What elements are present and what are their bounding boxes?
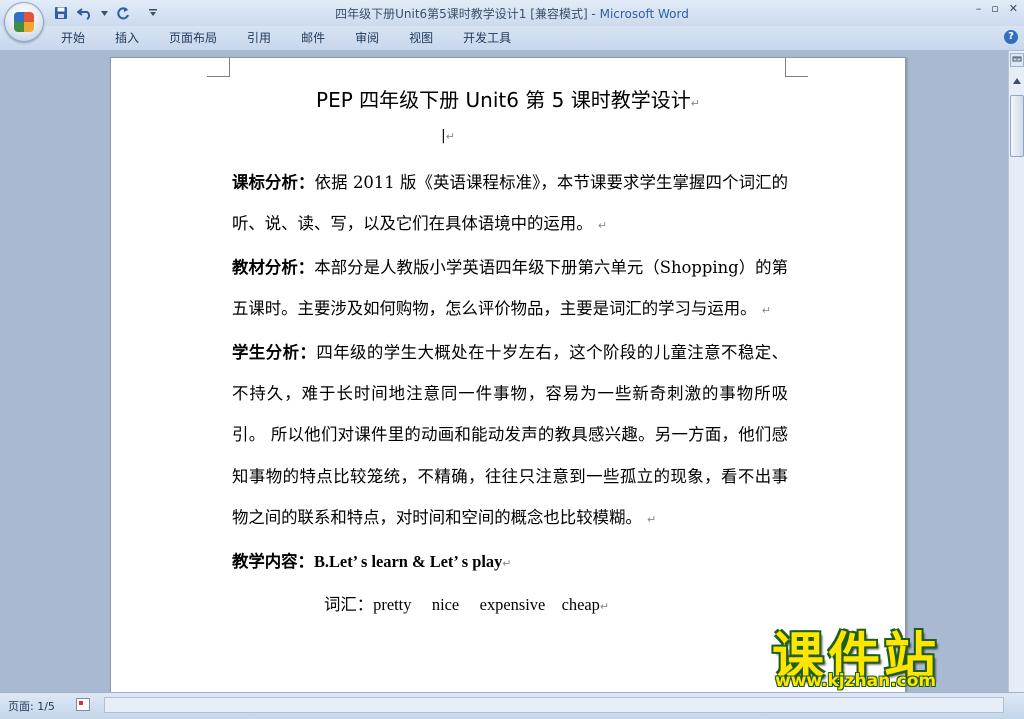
section-text: 依据 2011 版《英语课程标准》，本节课要求学生掌握四个词汇的听、说、读、写，… [232,173,789,234]
office-logo-icon [14,12,34,32]
tab-insert[interactable]: 插入 [100,30,154,46]
section-text: 本部分是人教版小学英语四年级下册第六单元（Shopping）的第五课时。主要涉及… [232,257,789,319]
minimize-button[interactable]: – [976,2,982,15]
document-title: PEP 四年级下册 Unit6 第 5 课时教学设计↵ [111,84,905,113]
section-label: 学生分析： [232,342,317,362]
tab-mailings[interactable]: 邮件 [286,30,340,46]
proofing-status-icon[interactable] [76,698,90,711]
text-cursor-line: |↵ [441,128,455,144]
scroll-up-button[interactable] [1010,77,1024,93]
section-text: 四年级的学生大概处在十岁左右，这个阶段的儿童注意不稳定、不持久，难于长时间地注意… [232,342,789,528]
paragraph-mark-icon: ↵ [761,304,771,318]
section-curriculum-analysis: 课标分析：依据 2011 版《英语课程标准》，本节课要求学生掌握四个词汇的听、说… [232,162,788,247]
view-ruler-button[interactable] [1010,53,1024,67]
section-student-analysis: 学生分析：四年级的学生大概处在十岁左右，这个阶段的儿童注意不稳定、不持久，难于长… [232,332,788,541]
paragraph-mark-icon: ↵ [502,556,512,570]
horizontal-scrollbar[interactable] [104,697,1004,713]
title-bar: 四年级下册Unit6第5课时教学设计1 [兼容模式] - Microsoft W… [0,0,1024,42]
paragraph-mark-icon: ↵ [599,600,610,614]
document-body[interactable]: 课标分析：依据 2011 版《英语课程标准》，本节课要求学生掌握四个词汇的听、说… [232,162,788,627]
vertical-scrollbar[interactable] [1008,51,1024,692]
paragraph-mark-icon: ↵ [597,219,608,233]
tab-review[interactable]: 审阅 [340,30,394,46]
close-button[interactable]: ✕ [1009,2,1018,15]
restore-button[interactable]: ▫ [991,2,998,15]
window-title: 四年级下册Unit6第5课时教学设计1 [兼容模式] - Microsoft W… [0,5,1024,22]
document-page[interactable]: PEP 四年级下册 Unit6 第 5 课时教学设计↵ |↵ 课标分析：依据 2… [110,57,906,692]
tab-page-layout[interactable]: 页面布局 [154,30,232,46]
section-label: 课标分析： [232,173,315,192]
office-button[interactable] [4,2,44,42]
paragraph-mark-icon: ↵ [646,513,657,527]
document-name: 四年级下册Unit6第5课时教学设计1 [兼容模式] - [335,7,600,21]
section-label: 教材分析： [232,257,315,277]
document-area[interactable]: PEP 四年级下册 Unit6 第 5 课时教学设计↵ |↵ 课标分析：依据 2… [0,51,1008,692]
app-name: Microsoft Word [599,7,689,21]
document-title-text: PEP 四年级下册 Unit6 第 5 课时教学设计 [316,88,691,112]
status-bar: 页面: 1/5 [0,692,1024,719]
vocabulary-line: 词汇：pretty nice expensive cheap↵ [232,584,788,627]
section-label: 教学内容： [232,551,314,571]
help-button[interactable]: ? [1004,30,1018,44]
section-teaching-content: 教学内容：B.Let’ s learn & Let’ s play↵ [232,541,788,584]
paragraph-mark-icon: ↵ [445,130,455,143]
section-textbook-analysis: 教材分析：本部分是人教版小学英语四年级下册第六单元（Shopping）的第五课时… [232,247,788,332]
ruler-icon [1012,56,1022,62]
paragraph-mark-icon: ↵ [690,97,700,110]
chevron-up-icon [1013,78,1021,84]
crop-mark-top-right [785,58,808,77]
tab-developer[interactable]: 开发工具 [448,30,526,46]
tab-view[interactable]: 视图 [394,30,448,46]
tab-references[interactable]: 引用 [232,30,286,46]
ribbon-tab-bar: 开始 插入 页面布局 引用 邮件 审阅 视图 开发工具 [0,26,1024,51]
crop-mark-top-left [207,58,230,77]
ribbon-tabs: 开始 插入 页面布局 引用 邮件 审阅 视图 开发工具 [46,30,526,46]
watermark-url: www.kjzhan.com [775,671,937,691]
vocabulary-text: 词汇：pretty nice expensive cheap [324,595,600,615]
page-number-indicator[interactable]: 页面: 1/5 [8,698,55,714]
section-text: B.Let’ s learn & Let’ s play [313,551,503,571]
window-controls: – ▫ ✕ [976,2,1018,15]
scroll-thumb[interactable] [1010,95,1024,157]
tab-home[interactable]: 开始 [46,30,100,46]
